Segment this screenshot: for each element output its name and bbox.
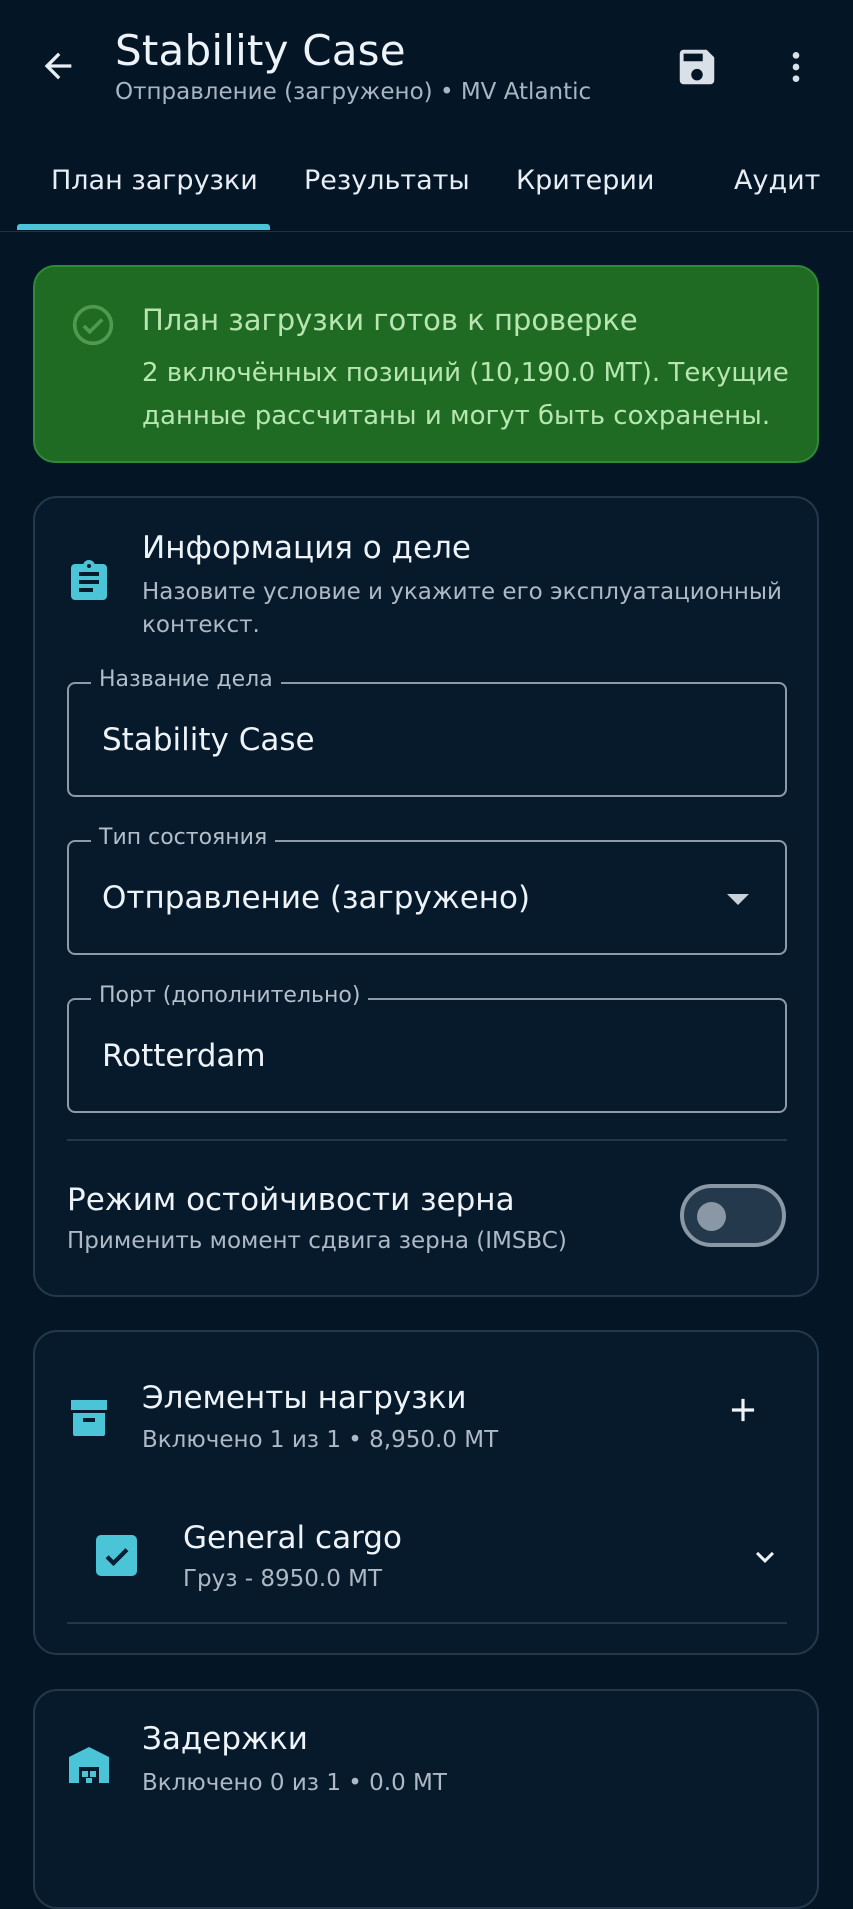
case-info-subtitle: Назовите условие и укажите его эксплуата… [142,579,783,638]
case-name-field[interactable]: Название дела Stability Case [67,667,787,797]
more-options-button[interactable] [770,38,822,96]
load-items-card: Элементы нагрузки Включено 1 из 1 • 8,95… [33,1330,819,1655]
check-icon [105,1547,128,1566]
page-subtitle: Отправление (загружено) • MV Atlantic [115,79,592,105]
delays-title: Задержки [142,1721,308,1757]
tab-results[interactable]: Результаты [304,165,470,196]
load-items-title: Элементы нагрузки [142,1380,467,1416]
item-divider [67,1622,787,1624]
expand-item-button[interactable] [740,1532,790,1582]
warehouse-icon [69,1747,109,1783]
toggle-knob [697,1202,726,1231]
app-bar: Stability Case Отправление (загружено) •… [0,0,853,135]
back-button[interactable] [28,36,88,96]
tab-audit[interactable]: Аудит [734,165,820,196]
item-checkbox[interactable] [96,1535,137,1576]
case-name-label: Название дела [91,667,281,692]
tab-load-plan[interactable]: План загрузки [51,165,258,196]
port-field[interactable]: Порт (дополнительно) Rotterdam [67,983,787,1113]
tab-criteria[interactable]: Критерии [516,165,654,196]
port-label: Порт (дополнительно) [91,983,369,1008]
banner-text: 2 включённых позиций (10,190.0 МТ). Теку… [142,358,789,431]
active-tab-indicator [17,224,270,230]
grain-mode-subtitle: Применить момент сдвига зерна (IMSBC) [67,1228,567,1254]
floppy-disk-icon [679,49,715,85]
case-name-value: Stability Case [102,722,315,758]
check-circle-icon [72,304,114,346]
clipboard-icon [71,560,107,600]
condition-type-label: Тип состояния [91,825,276,850]
load-items-subtitle: Включено 1 из 1 • 8,950.0 МТ [142,1427,499,1453]
case-info-card: Информация о деле Назовите условие и ука… [33,496,819,1297]
ready-banner: План загрузки готов к проверке 2 включён… [33,265,819,463]
divider [67,1139,787,1141]
item-name: General cargo [183,1520,402,1556]
page-title: Stability Case [115,26,406,75]
more-vertical-icon [792,52,800,82]
banner-title: План загрузки готов к проверке [142,303,638,337]
grain-mode-title: Режим остойчивости зерна [67,1182,515,1218]
item-detail: Груз - 8950.0 МТ [183,1566,383,1592]
save-button[interactable] [668,38,726,96]
arrow-left-icon [44,52,72,80]
chevron-down-icon [756,1551,774,1563]
case-info-title: Информация о деле [142,530,471,566]
archive-box-icon [71,1400,107,1436]
add-item-button[interactable] [715,1382,771,1438]
condition-type-select[interactable]: Тип состояния Отправление (загружено) [67,825,787,955]
grain-mode-toggle[interactable] [680,1184,786,1247]
tab-bar: План загрузки Результаты Критерии Аудит [0,135,853,232]
condition-type-value: Отправление (загружено) [102,880,531,916]
delays-card: Задержки Включено 0 из 1 • 0.0 МТ [33,1689,819,1909]
delays-subtitle: Включено 0 из 1 • 0.0 МТ [142,1770,447,1796]
port-value: Rotterdam [102,1038,266,1074]
plus-icon [731,1398,755,1422]
dropdown-arrow-icon [727,894,749,905]
